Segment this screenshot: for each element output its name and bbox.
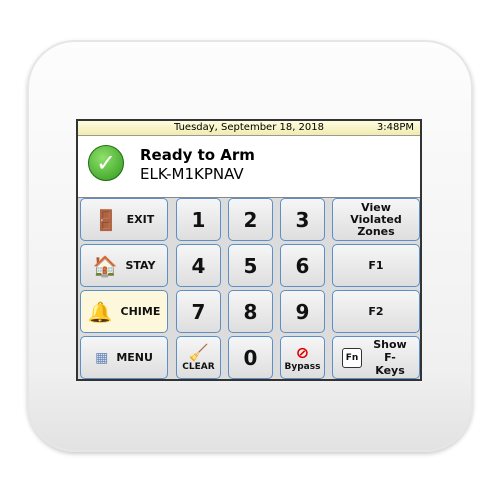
header-bar: Tuesday, September 18, 2018 3:48PM (78, 121, 420, 136)
exit-button[interactable]: 🚪 EXIT (80, 198, 168, 241)
f1-button[interactable]: F1 (332, 244, 420, 287)
menu-button[interactable]: ▦ MENU (80, 336, 168, 379)
key-3[interactable]: 3 (280, 198, 325, 241)
prohibited-icon: ⊘ (295, 343, 310, 362)
key-0[interactable]: 0 (228, 336, 273, 379)
menu-grid-icon: ▦ (95, 349, 109, 366)
bell-icon: 🔔 (87, 299, 113, 324)
device-name: ELK-M1KPNAV (140, 165, 244, 183)
house-icon: 🏠 (92, 253, 118, 278)
clear-button[interactable]: 🧹 CLEAR (176, 336, 221, 379)
chime-button[interactable]: 🔔 CHIME (80, 290, 168, 333)
key-6[interactable]: 6 (280, 244, 325, 287)
show-f-keys-button[interactable]: Fn Show F-Keys (332, 336, 420, 379)
key-5[interactable]: 5 (228, 244, 273, 287)
status-title: Ready to Arm (140, 146, 255, 164)
door-icon: 🚪 (93, 207, 119, 232)
broom-icon: 🧹 (188, 343, 209, 362)
key-8[interactable]: 8 (228, 290, 273, 333)
time: 3:48PM (376, 122, 414, 133)
check-icon: ✓ (88, 145, 124, 181)
date: Tuesday, September 18, 2018 (173, 122, 325, 133)
key-9[interactable]: 9 (280, 290, 325, 333)
fn-key-icon: Fn (342, 347, 362, 368)
key-4[interactable]: 4 (176, 244, 221, 287)
key-7[interactable]: 7 (176, 290, 221, 333)
f2-button[interactable]: F2 (332, 290, 420, 333)
stay-button[interactable]: 🏠 STAY (80, 244, 168, 287)
key-2[interactable]: 2 (228, 198, 273, 241)
status-panel: ✓ Ready to Arm ELK-M1KPNAV (78, 136, 420, 198)
view-violated-zones-button[interactable]: View Violated Zones (332, 198, 420, 241)
bypass-button[interactable]: ⊘ Bypass (280, 336, 325, 379)
key-1[interactable]: 1 (176, 198, 221, 241)
